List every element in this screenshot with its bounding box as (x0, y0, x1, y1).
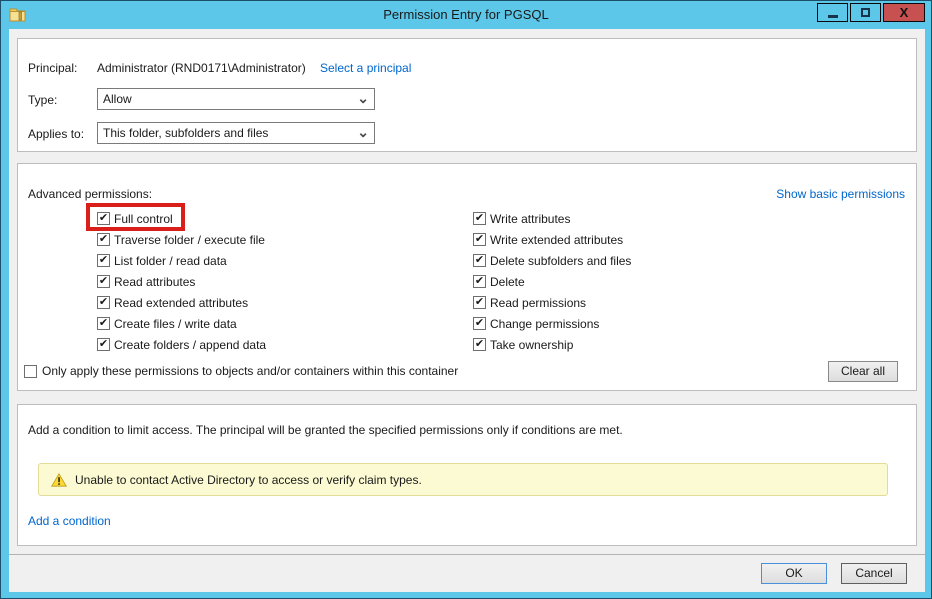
permission-label: Traverse folder / execute file (114, 233, 265, 247)
footer-separator (9, 554, 925, 555)
permission-checkbox[interactable]: ✔ (97, 296, 110, 309)
applies-to-dropdown-value: This folder, subfolders and files (103, 126, 268, 140)
select-principal-link[interactable]: Select a principal (320, 61, 411, 75)
permission-checkbox[interactable]: ✔ (473, 296, 486, 309)
permission-label: Full control (114, 212, 173, 226)
minimize-icon (828, 15, 838, 18)
add-condition-link[interactable]: Add a condition (28, 514, 111, 528)
only-apply-label: Only apply these permissions to objects … (42, 364, 458, 378)
permission-label: Write extended attributes (490, 233, 623, 247)
permission-label: Create files / write data (114, 317, 237, 331)
close-icon: X (900, 4, 909, 21)
permission-item: ✔ Write attributes (473, 208, 631, 229)
permission-checkbox[interactable]: ✔ (97, 254, 110, 267)
warning-text: Unable to contact Active Directory to ac… (75, 473, 422, 487)
permission-label: Read extended attributes (114, 296, 248, 310)
warning-triangle-icon (51, 473, 67, 487)
cancel-button[interactable]: Cancel (841, 563, 907, 584)
permission-checkbox[interactable]: ✔ (97, 212, 110, 225)
advanced-permissions-header: Advanced permissions: (28, 187, 152, 201)
type-label: Type: (28, 93, 57, 107)
show-basic-permissions-link[interactable]: Show basic permissions (776, 187, 905, 201)
permission-checkbox[interactable]: ✔ (473, 338, 486, 351)
permission-checkbox[interactable]: ✔ (97, 275, 110, 288)
window-controls: X (817, 3, 925, 22)
permission-item: ✔ Create folders / append data (97, 334, 266, 355)
permission-label: Read attributes (114, 275, 195, 289)
permission-label: Change permissions (490, 317, 599, 331)
permission-checkbox[interactable]: ✔ (473, 212, 486, 225)
permission-label: Delete subfolders and files (490, 254, 631, 268)
type-dropdown[interactable]: Allow ⌄ (97, 88, 375, 110)
applies-to-dropdown[interactable]: This folder, subfolders and files ⌄ (97, 122, 375, 144)
permission-item: ✔ Full control (97, 208, 266, 229)
warning-banner: Unable to contact Active Directory to ac… (38, 463, 888, 496)
condition-section: Add a condition to limit access. The pri… (17, 404, 917, 546)
permission-item: ✔ List folder / read data (97, 250, 266, 271)
permission-item: ✔ Read attributes (97, 271, 266, 292)
type-dropdown-value: Allow (103, 92, 132, 106)
permission-item: ✔ Write extended attributes (473, 229, 631, 250)
ok-button[interactable]: OK (761, 563, 827, 584)
window-title: Permission Entry for PGSQL (1, 7, 931, 22)
permission-label: Take ownership (490, 338, 573, 352)
condition-description: Add a condition to limit access. The pri… (28, 423, 623, 437)
permission-checkbox[interactable]: ✔ (97, 233, 110, 246)
principal-section: Principal: Administrator (RND0171\Admini… (17, 38, 917, 152)
applies-to-label: Applies to: (28, 127, 84, 141)
clear-all-button[interactable]: Clear all (828, 361, 898, 382)
minimize-button[interactable] (817, 3, 848, 22)
permission-item: ✔ Read extended attributes (97, 292, 266, 313)
close-button[interactable]: X (883, 3, 925, 22)
permission-item: ✔ Traverse folder / execute file (97, 229, 266, 250)
principal-value: Administrator (RND0171\Administrator) (97, 61, 306, 75)
permission-item: ✔ Change permissions (473, 313, 631, 334)
permission-label: List folder / read data (114, 254, 227, 268)
only-apply-row: Only apply these permissions to objects … (24, 364, 458, 378)
permission-item: ✔ Delete subfolders and files (473, 250, 631, 271)
permission-checkbox[interactable]: ✔ (473, 275, 486, 288)
maximize-button[interactable] (850, 3, 881, 22)
permission-checkbox[interactable]: ✔ (97, 338, 110, 351)
maximize-icon (861, 8, 870, 17)
permission-entry-dialog: Permission Entry for PGSQL X Principal: … (0, 0, 932, 599)
chevron-down-icon: ⌄ (357, 90, 369, 107)
only-apply-checkbox[interactable] (24, 365, 37, 378)
permission-item: ✔ Read permissions (473, 292, 631, 313)
permission-label: Delete (490, 275, 525, 289)
chevron-down-icon: ⌄ (357, 124, 369, 141)
permission-label: Read permissions (490, 296, 586, 310)
permission-checkbox[interactable]: ✔ (97, 317, 110, 330)
permission-label: Create folders / append data (114, 338, 266, 352)
permission-checkbox[interactable]: ✔ (473, 317, 486, 330)
permissions-right-column: ✔ Write attributes ✔ Write extended attribu… (473, 208, 631, 355)
permission-checkbox[interactable]: ✔ (473, 233, 486, 246)
advanced-permissions-section: Advanced permissions: Show basic permiss… (17, 163, 917, 391)
permission-item: ✔ Delete (473, 271, 631, 292)
permission-checkbox[interactable]: ✔ (473, 254, 486, 267)
titlebar: Permission Entry for PGSQL X (1, 1, 931, 29)
principal-label: Principal: (28, 61, 77, 75)
permission-label: Write attributes (490, 212, 570, 226)
permission-item: ✔ Create files / write data (97, 313, 266, 334)
permissions-left-column: ✔ Full control ✔ Traverse folder / execute … (97, 208, 266, 355)
permission-item: ✔ Take ownership (473, 334, 631, 355)
